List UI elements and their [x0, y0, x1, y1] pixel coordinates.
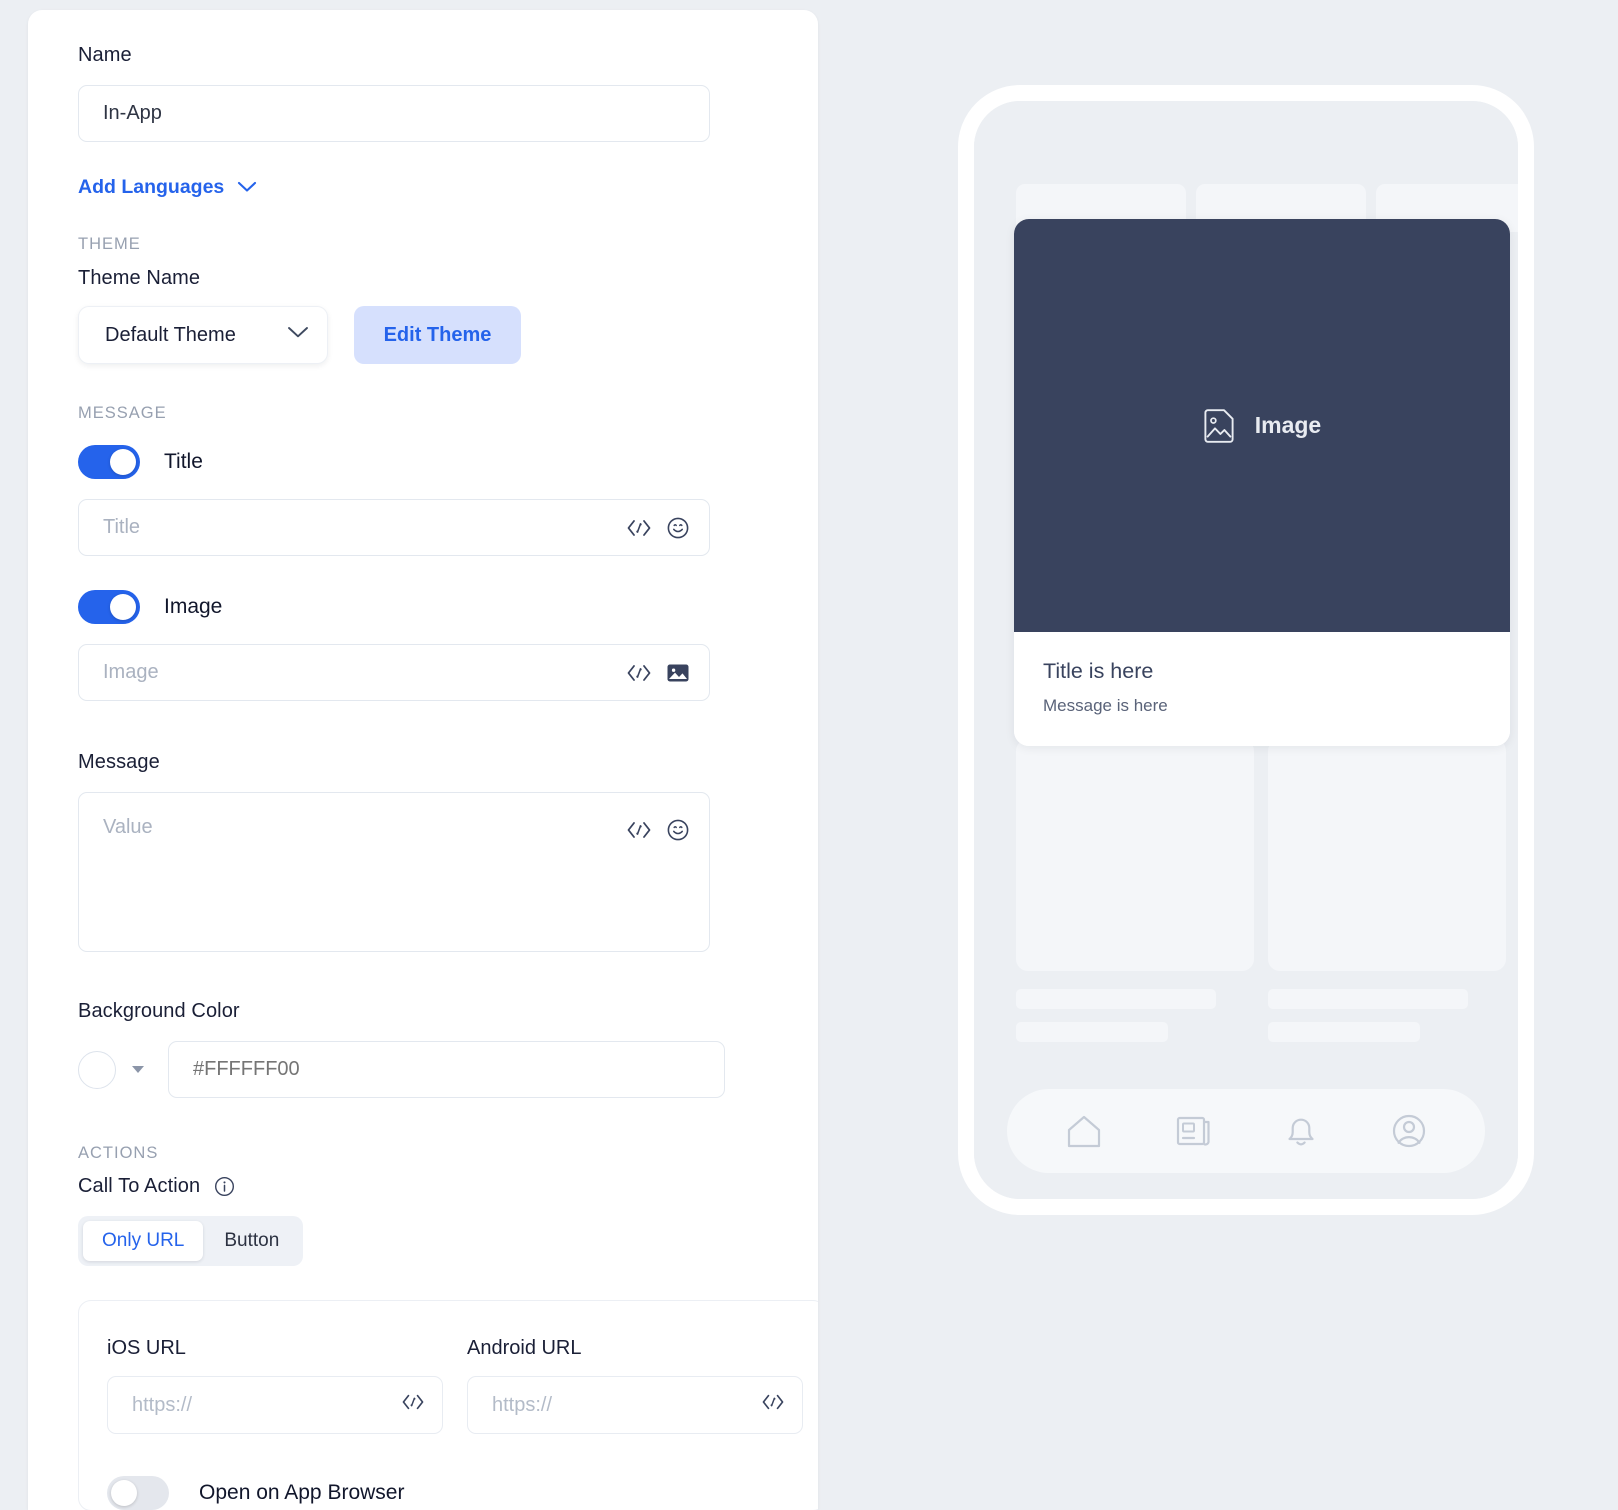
code-variable-icon[interactable] — [626, 517, 652, 539]
profile-icon[interactable] — [1390, 1112, 1428, 1150]
code-variable-icon[interactable] — [626, 819, 652, 841]
inapp-card-title: Title is here — [1043, 659, 1154, 683]
open-on-app-browser-toggle[interactable] — [107, 1476, 169, 1510]
title-toggle-row: Title — [78, 445, 768, 479]
call-to-action-label: Call To Action — [78, 1175, 201, 1197]
image-input-wrap — [78, 644, 710, 701]
inapp-settings-panel: Name Add Languages THEME Theme Name Defa… — [28, 10, 818, 1510]
ios-url-group: iOS URL — [107, 1337, 443, 1434]
title-input-icons — [626, 516, 690, 540]
actions-section-label: ACTIONS — [78, 1144, 159, 1162]
message-textarea-icons — [626, 818, 690, 842]
name-field-group: Name — [78, 44, 768, 142]
edit-theme-button[interactable]: Edit Theme — [354, 306, 521, 364]
toggle-knob — [111, 1480, 137, 1506]
ios-url-input[interactable] — [107, 1376, 443, 1434]
call-to-action-header: Call To Action — [78, 1175, 768, 1198]
name-input[interactable] — [78, 85, 710, 142]
image-input[interactable] — [78, 644, 710, 701]
info-icon[interactable] — [214, 1176, 235, 1197]
code-variable-icon[interactable] — [761, 1392, 785, 1417]
url-grid: iOS URL https:// Android URL https:// — [107, 1337, 803, 1434]
image-placeholder-icon — [1203, 408, 1235, 443]
title-input-wrap — [78, 499, 710, 556]
android-url-label: Android URL — [467, 1337, 582, 1359]
bell-icon[interactable] — [1283, 1112, 1319, 1150]
title-toggle-label: Title — [164, 450, 203, 473]
color-dropdown-caret-icon[interactable] — [132, 1066, 144, 1073]
theme-section-label: THEME — [78, 235, 141, 253]
open-browser-row: Open on App Browser — [107, 1476, 797, 1510]
preview-skeleton-captions — [1016, 989, 1506, 1042]
skeleton-line — [1268, 1022, 1420, 1042]
image-toggle[interactable] — [78, 590, 140, 624]
phone-screen: Image Title is here Message is here — [974, 101, 1518, 1199]
home-icon[interactable] — [1064, 1112, 1104, 1150]
skeleton-caption-group — [1016, 989, 1254, 1042]
cta-option-only-url[interactable]: Only URL — [83, 1221, 204, 1261]
message-section-label: MESSAGE — [78, 404, 167, 422]
title-input[interactable] — [78, 499, 710, 556]
ios-url-label: iOS URL — [107, 1337, 186, 1359]
code-variable-icon[interactable] — [626, 662, 652, 684]
feed-icon[interactable] — [1175, 1113, 1213, 1149]
skeleton-block — [1268, 739, 1506, 971]
url-card: iOS URL https:// Android URL https:// Op… — [78, 1300, 818, 1510]
ios-url-wrap — [107, 1360, 443, 1434]
theme-name-select[interactable]: Default Theme — [78, 306, 328, 364]
add-languages-label: Add Languages — [78, 176, 225, 198]
background-color-label: Background Color — [78, 1000, 240, 1022]
message-label: Message — [78, 751, 160, 773]
emoji-smiley-icon[interactable] — [666, 818, 690, 842]
name-label: Name — [78, 44, 132, 66]
add-languages-button[interactable]: Add Languages — [78, 176, 257, 199]
skeleton-block — [1016, 739, 1254, 971]
preview-tabbar — [1007, 1089, 1485, 1173]
code-variable-icon[interactable] — [401, 1392, 425, 1417]
chevron-down-icon — [237, 176, 257, 199]
skeleton-line — [1016, 1022, 1168, 1042]
title-toggle[interactable] — [78, 445, 140, 479]
inapp-card-image-area: Image — [1014, 219, 1510, 632]
phone-preview-frame: Image Title is here Message is here — [958, 85, 1534, 1215]
image-toggle-label: Image — [164, 595, 223, 618]
image-placeholder-label: Image — [1254, 412, 1322, 438]
chevron-down-icon — [287, 326, 309, 344]
message-textarea-wrap — [78, 792, 710, 952]
inapp-message-card: Image Title is here Message is here — [1014, 219, 1510, 746]
background-color-row — [78, 1041, 768, 1098]
background-color-input[interactable] — [168, 1041, 725, 1098]
android-url-group: Android URL — [467, 1337, 803, 1434]
image-picker-icon[interactable] — [666, 661, 690, 685]
android-url-input[interactable] — [467, 1376, 803, 1434]
emoji-smiley-icon[interactable] — [666, 516, 690, 540]
image-input-icons — [626, 661, 690, 685]
theme-name-label: Theme Name — [78, 267, 201, 289]
cta-option-button[interactable]: Button — [205, 1221, 298, 1261]
app-root: Name Add Languages THEME Theme Name Defa… — [0, 0, 1618, 1510]
inapp-card-message: Message is here — [1043, 696, 1168, 715]
skeleton-caption-group — [1268, 989, 1506, 1042]
skeleton-line — [1268, 989, 1468, 1009]
skeleton-line — [1016, 989, 1216, 1009]
android-url-wrap — [467, 1360, 803, 1434]
toggle-knob — [110, 594, 136, 620]
theme-selected-value: Default Theme — [105, 323, 236, 346]
open-browser-label: Open on App Browser — [199, 1481, 405, 1504]
theme-row: Default Theme Edit Theme — [78, 306, 768, 364]
message-textarea[interactable] — [78, 792, 710, 952]
preview-skeleton-blocks — [1016, 739, 1506, 971]
inapp-card-body: Title is here Message is here — [1014, 632, 1510, 746]
toggle-knob — [110, 449, 136, 475]
image-toggle-row: Image — [78, 590, 768, 624]
color-swatch[interactable] — [78, 1050, 116, 1089]
cta-segmented-control: Only URL Button — [78, 1216, 304, 1266]
